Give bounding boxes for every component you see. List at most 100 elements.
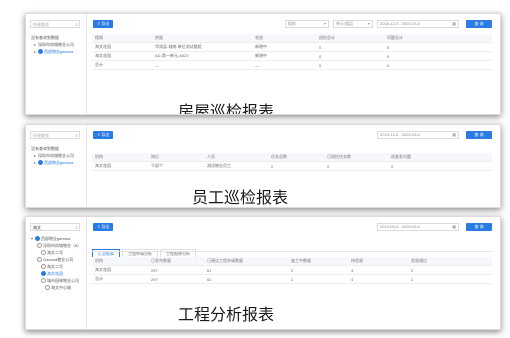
search-placeholder: 快速查找: [33, 22, 49, 27]
radio-icon[interactable]: [41, 264, 46, 270]
table-cell: 海文花园: [92, 51, 152, 61]
column-header: 任务总数: [268, 153, 324, 162]
table-cell: 297: [148, 265, 204, 275]
table-cell: 0: [316, 42, 384, 52]
org-tree-pane: 快速查找 ⌕ 没有查询到数据 ▸ 深圳市尚城物业公司 ▸ 西部物业gamma: [26, 125, 87, 207]
date-range-picker[interactable]: 2019-09-0 - 2020-03-0 ▦: [377, 223, 459, 231]
radio-icon[interactable]: [37, 257, 42, 263]
chevron-down-icon: ▾: [323, 21, 326, 26]
column-header: 状态: [252, 34, 316, 43]
radio-icon[interactable]: [37, 243, 42, 249]
chevron-down-icon: ▾: [367, 21, 370, 26]
column-header: 房屋: [152, 34, 252, 43]
radio-icon[interactable]: [41, 271, 46, 277]
table-cell: 0: [384, 42, 492, 52]
tree-item[interactable]: Gamma物业公司: [31, 256, 81, 263]
tree-item[interactable]: 海文二号: [31, 249, 81, 256]
search-value: 海文: [33, 225, 41, 230]
table-row[interactable]: 海文花园 297 61 2 4 2: [92, 265, 492, 275]
table-cell: 总计: [92, 274, 148, 284]
tree-item[interactable]: 海文二号: [31, 263, 81, 270]
search-icon: ⌕: [75, 22, 78, 28]
date-range-picker[interactable]: 2019-12-0 - 2020-03-0 ▦: [377, 131, 459, 139]
house-inspection-panel: 快速查找 ⌕ 没有查询到数据 ▸ 深圳市尚城物业公司 ▸ 西部物业gamma ⇪导出…: [25, 13, 501, 115]
table-cell: 4: [348, 274, 408, 284]
export-button[interactable]: ⇪导出: [93, 20, 114, 28]
table-cell: 干部个: [148, 161, 204, 171]
caption: 房屋巡检报表: [178, 102, 275, 115]
tree-item[interactable]: 深圳市尚城物业（8）: [31, 242, 81, 249]
table-cell: 2: [288, 274, 348, 284]
radio-icon[interactable]: [38, 160, 43, 166]
export-button[interactable]: ⇪导出: [93, 131, 114, 139]
table-cell: 海文花园: [92, 42, 152, 52]
table-header-row: 楼阁 房屋 状态 巡检总计 问题总计: [92, 34, 492, 43]
tree-item-selected[interactable]: ▸ 西部物业gamma: [31, 159, 74, 166]
table-cell: 61: [204, 274, 288, 284]
column-header: 机构: [92, 153, 148, 162]
table-cell: 海文花园: [92, 161, 148, 171]
table-cell: 2: [288, 265, 348, 275]
export-button[interactable]: ⇪导出: [93, 223, 114, 231]
radio-icon[interactable]: [45, 285, 50, 291]
tree-item-selected[interactable]: 海文花园: [31, 270, 81, 277]
column-header: 巡查发问题: [388, 153, 492, 162]
column-header: 机构: [92, 257, 148, 266]
org-tree: 没有查询到数据 ▸ 深圳市尚城物业公司 ▸ 西部物业gamma: [31, 145, 74, 166]
tree-item[interactable]: ▸ 深圳市尚城物业公司: [31, 41, 74, 48]
tree-item[interactable]: ▸ 深圳市尚城物业公司: [31, 152, 74, 159]
table-cell: —: [152, 60, 252, 70]
column-header: 岗位: [148, 153, 204, 162]
caption: 工程分析报表: [178, 305, 275, 324]
engineering-analysis-panel: 海文 ⌕ ▾ 西部物业gamma 深圳市尚城物业（8） 海文二号 Gamma物业公…: [25, 216, 501, 330]
table-row[interactable]: 海文花园 华润县-城南-单位测试楼组 新增中 0 0: [92, 42, 492, 52]
tree-item[interactable]: ▾ 西部物业gamma: [31, 235, 81, 242]
table-cell: 0: [384, 60, 492, 70]
table-row[interactable]: 海文花园 干部个 测试物业员工 2 0 0: [92, 161, 492, 171]
org-tree: ▾ 西部物业gamma 深圳市尚城物业（8） 海文二号 Gamma物业公司 海文二…: [31, 235, 81, 291]
export-icon: ⇪: [97, 21, 101, 26]
column-header: 已发布数量: [148, 257, 204, 266]
table-cell: 297: [148, 274, 204, 284]
tree-item-empty: 没有查询到数据: [31, 35, 59, 40]
export-icon: ⇪: [97, 132, 101, 137]
table-cell: 新增中: [252, 51, 316, 61]
tree-item[interactable]: 海文中心城: [31, 284, 81, 291]
radio-icon[interactable]: [41, 278, 46, 284]
table-cell: 0: [324, 161, 388, 171]
table-cell: 新增中: [252, 42, 316, 52]
radio-icon[interactable]: [35, 236, 40, 242]
date-range-picker[interactable]: 2018-12-0 - 2020-03-0 ▦: [377, 20, 459, 28]
table-cell: 测试物业员工: [204, 161, 268, 171]
column-header: 问题总计: [384, 34, 492, 43]
building-select[interactable]: 楼栋 ▾: [285, 20, 329, 28]
quick-search-input[interactable]: 快速查找 ⌕: [30, 20, 80, 28]
unit-select[interactable]: 单元/楼层 ▾: [333, 20, 373, 28]
column-header: 已巡检任务数: [324, 153, 388, 162]
search-placeholder: 快速查找: [33, 133, 49, 138]
table-row[interactable]: 海文花园 AD-第一单元-A023 新增中 0 0: [92, 51, 492, 61]
table-cell: 0: [384, 51, 492, 61]
house-report-table: 楼阁 房屋 状态 巡检总计 问题总计 海文花园 华润县-城南-单位测试楼组 新增…: [92, 34, 492, 70]
radio-icon[interactable]: [38, 49, 43, 55]
table-cell: 4: [348, 265, 408, 275]
column-header: 验收通过: [408, 257, 492, 266]
quick-search-input[interactable]: 海文 ⌕: [30, 223, 80, 231]
tree-item[interactable]: 城市园林物业公司: [31, 277, 81, 284]
radio-icon[interactable]: [41, 250, 46, 256]
org-tree-pane: 海文 ⌕ ▾ 西部物业gamma 深圳市尚城物业（8） 海文二号 Gamma物业公…: [26, 217, 87, 329]
column-header: 楼阁: [92, 34, 152, 43]
search-icon: ⌕: [75, 133, 78, 139]
quick-search-input[interactable]: 快速查找 ⌕: [30, 131, 80, 139]
tree-item-selected[interactable]: ▸ 西部物业gamma: [31, 48, 74, 55]
query-button[interactable]: 查 询: [466, 131, 492, 139]
staff-inspection-panel: 快速查找 ⌕ 没有查询到数据 ▸ 深圳市尚城物业公司 ▸ 西部物业gamma ⇪导出…: [25, 124, 501, 208]
tree-item-empty: 没有查询到数据: [31, 146, 59, 151]
calendar-icon: ▦: [452, 132, 456, 137]
column-header: 巡检总计: [316, 34, 384, 43]
engineering-report-table: 机构 已发布数量 已建议工程申请数量 施工中数量 待验收 验收通过 海文花园 2…: [92, 257, 492, 284]
query-button[interactable]: 查 询: [466, 20, 492, 28]
tab-divider: [92, 251, 492, 252]
table-cell: AD-第一单元-A023: [152, 51, 252, 61]
query-button[interactable]: 查 询: [466, 223, 492, 231]
